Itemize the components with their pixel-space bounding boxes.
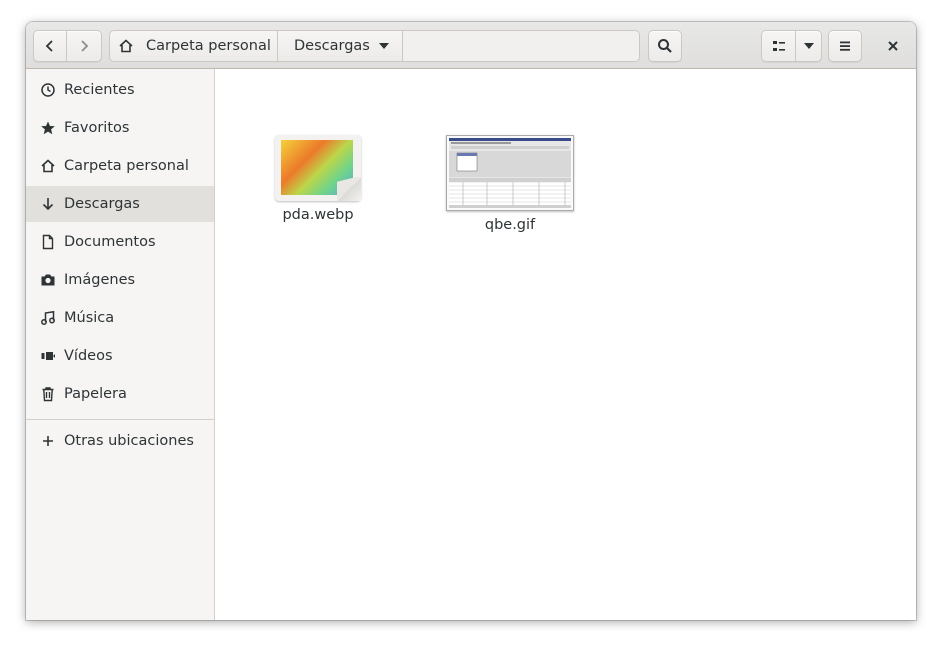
sidebar-item-label: Música — [64, 310, 115, 326]
path-bar: Carpeta personal Descargas — [109, 30, 640, 62]
sidebar-item-label: Papelera — [64, 386, 127, 402]
screenshot-image — [449, 138, 571, 208]
sidebar-item-papelera[interactable]: Papelera — [26, 376, 214, 412]
sidebar-item-documentos[interactable]: Documentos — [26, 224, 214, 260]
home-icon — [119, 39, 133, 53]
download-arrow-icon — [40, 196, 56, 212]
clock-icon — [40, 82, 56, 98]
sidebar-item-label: Otras ubicaciones — [64, 433, 194, 449]
camera-icon — [40, 272, 56, 288]
search-icon — [658, 39, 672, 53]
sidebar-item-label: Descargas — [64, 196, 140, 212]
trash-icon — [40, 386, 56, 402]
file-name: pda.webp — [282, 207, 354, 223]
path-crumb-label: Carpeta personal — [146, 38, 271, 54]
back-button[interactable] — [33, 30, 67, 62]
search-button[interactable] — [648, 30, 682, 62]
main-menu-button[interactable] — [828, 30, 862, 62]
sidebar-item-label: Recientes — [64, 82, 135, 98]
sidebar-item-label: Carpeta personal — [64, 158, 189, 174]
path-bar-empty — [403, 31, 639, 61]
plus-icon — [40, 433, 56, 449]
path-crumb-current[interactable]: Descargas — [278, 31, 403, 61]
sidebar-item-label: Vídeos — [64, 348, 113, 364]
sidebar-item-imagenes[interactable]: Imágenes — [26, 262, 214, 298]
screenshot-image-thumbnail — [446, 135, 574, 211]
hamburger-menu-icon — [840, 41, 850, 51]
forward-button[interactable] — [67, 30, 102, 62]
file-manager-window: Carpeta personal Descargas Recientes Fav… — [26, 22, 916, 620]
sidebar-item-label: Imágenes — [64, 272, 136, 288]
video-icon — [40, 348, 56, 364]
file-item[interactable]: qbe.gif — [430, 135, 590, 233]
sidebar-item-descargas[interactable]: Descargas — [26, 186, 214, 222]
pan-down-icon — [803, 43, 814, 49]
list-view-icon — [772, 41, 785, 51]
music-note-icon — [40, 310, 56, 326]
file-view: pda.webp qbe.gif — [215, 69, 916, 620]
close-window-button[interactable] — [878, 30, 908, 62]
sidebar-item-label: Favoritos — [64, 120, 130, 136]
go-next-icon — [81, 40, 89, 52]
star-icon — [40, 120, 56, 136]
sidebar-item-musica[interactable]: Música — [26, 300, 214, 336]
sidebar-item-videos[interactable]: Vídeos — [26, 338, 214, 374]
sidebar-item-favoritos[interactable]: Favoritos — [26, 110, 214, 146]
close-icon — [888, 41, 898, 51]
go-previous-icon — [45, 40, 53, 52]
document-icon — [40, 234, 56, 250]
view-options-dropdown[interactable] — [796, 30, 822, 62]
file-name: qbe.gif — [484, 217, 536, 233]
pan-down-icon — [379, 43, 389, 49]
path-crumb-home[interactable]: Carpeta personal — [110, 31, 278, 61]
sidebar-item-otras-ubicaciones[interactable]: Otras ubicaciones — [26, 423, 214, 459]
sidebar-separator — [26, 419, 214, 420]
path-crumb-label: Descargas — [294, 38, 370, 54]
sidebar-item-carpeta-personal[interactable]: Carpeta personal — [26, 148, 214, 184]
gradient-image-thumbnail — [275, 135, 361, 201]
sidebar-item-recientes[interactable]: Recientes — [26, 72, 214, 108]
sidebar: Recientes Favoritos Carpeta personal Des… — [26, 69, 215, 620]
sidebar-item-label: Documentos — [64, 234, 156, 250]
view-mode-button[interactable] — [761, 30, 796, 62]
home-icon — [40, 158, 56, 174]
file-item[interactable]: pda.webp — [238, 135, 398, 223]
headerbar: Carpeta personal Descargas — [26, 22, 916, 69]
